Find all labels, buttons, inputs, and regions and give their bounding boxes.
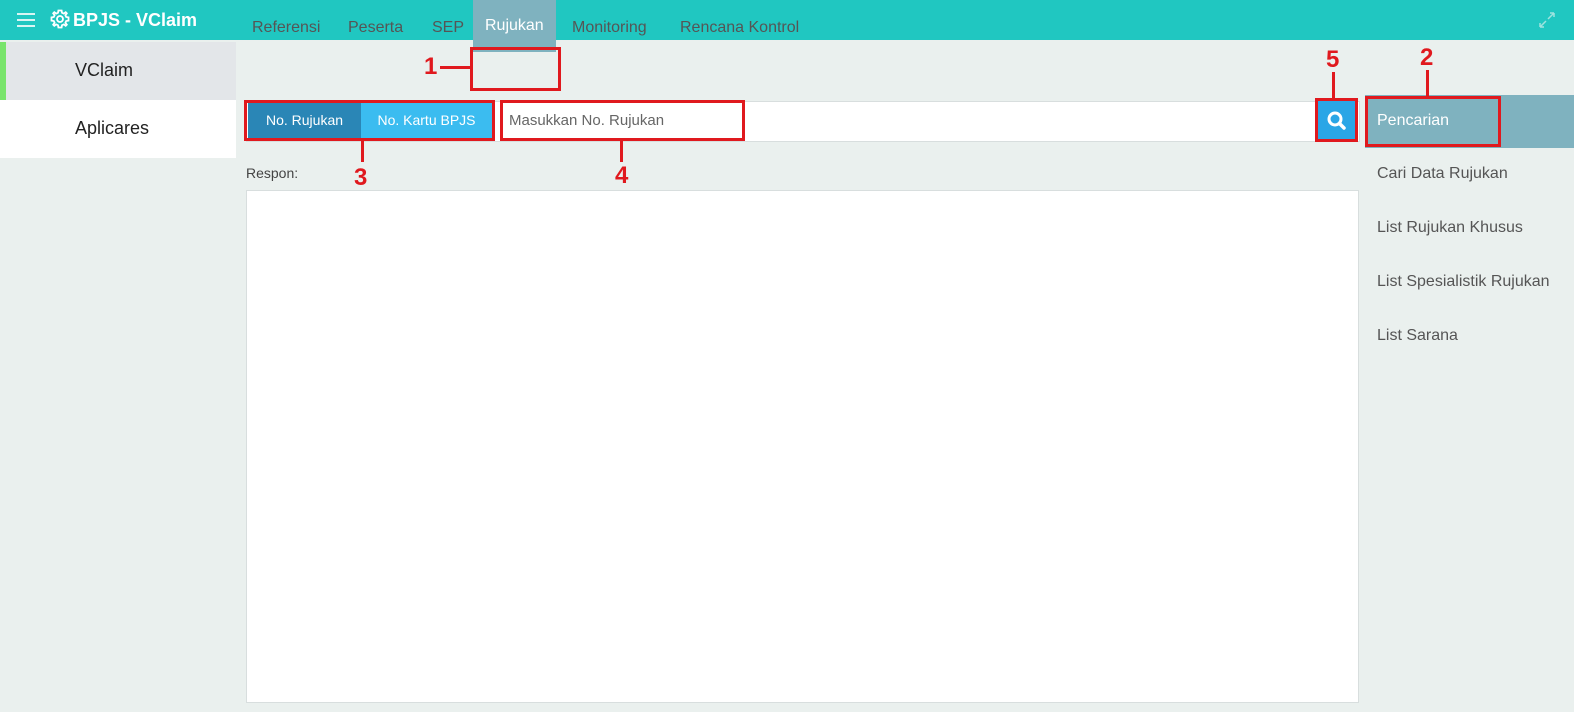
annotation-box-pencarian — [1365, 96, 1501, 147]
tab-sep[interactable]: SEP — [432, 0, 464, 56]
gear-icon — [50, 9, 70, 29]
link-list-spesialistik-rujukan[interactable]: List Spesialistik Rujukan — [1377, 273, 1550, 291]
sidebar-item-label: Aplicares — [75, 118, 150, 138]
hamburger-menu-icon[interactable] — [17, 13, 35, 27]
annotation-number: 1 — [424, 53, 438, 80]
sidebar-item-label: VClaim — [75, 60, 134, 80]
annotation-number: 5 — [1326, 46, 1340, 73]
tab-rujukan[interactable]: Rujukan — [473, 0, 556, 52]
sidebar-item-vclaim[interactable]: VClaim — [0, 42, 236, 100]
annotation-connector — [361, 141, 364, 162]
annotation-connector — [620, 141, 623, 162]
respon-output — [246, 190, 1359, 703]
annotation-box-input — [500, 100, 745, 141]
annotation-connector — [1426, 70, 1429, 96]
tab-peserta[interactable]: Peserta — [348, 0, 403, 56]
sidebar-item-aplicares[interactable]: Aplicares — [0, 100, 236, 158]
annotation-box-rujukan-tab — [470, 47, 561, 91]
sidebar: VClaim Aplicares — [0, 40, 236, 712]
tab-rencana-kontrol[interactable]: Rencana Kontrol — [680, 0, 799, 56]
annotation-number: 2 — [1420, 44, 1434, 71]
annotation-connector — [1332, 72, 1335, 98]
annotation-connector — [440, 66, 471, 69]
expand-icon[interactable] — [1538, 11, 1556, 29]
respon-label: Respon: — [246, 165, 299, 181]
annotation-number: 4 — [615, 162, 629, 189]
tab-referensi[interactable]: Referensi — [252, 0, 320, 56]
tab-monitoring[interactable]: Monitoring — [572, 0, 647, 56]
annotation-number: 3 — [354, 164, 368, 191]
link-cari-data-rujukan[interactable]: Cari Data Rujukan — [1377, 165, 1508, 183]
link-list-rujukan-khusus[interactable]: List Rujukan Khusus — [1377, 219, 1523, 237]
link-list-sarana[interactable]: List Sarana — [1377, 327, 1458, 345]
annotation-box-search-button — [1315, 98, 1358, 142]
app-title: BPJS - VClaim — [73, 10, 198, 30]
annotation-box-toggle — [244, 100, 495, 141]
